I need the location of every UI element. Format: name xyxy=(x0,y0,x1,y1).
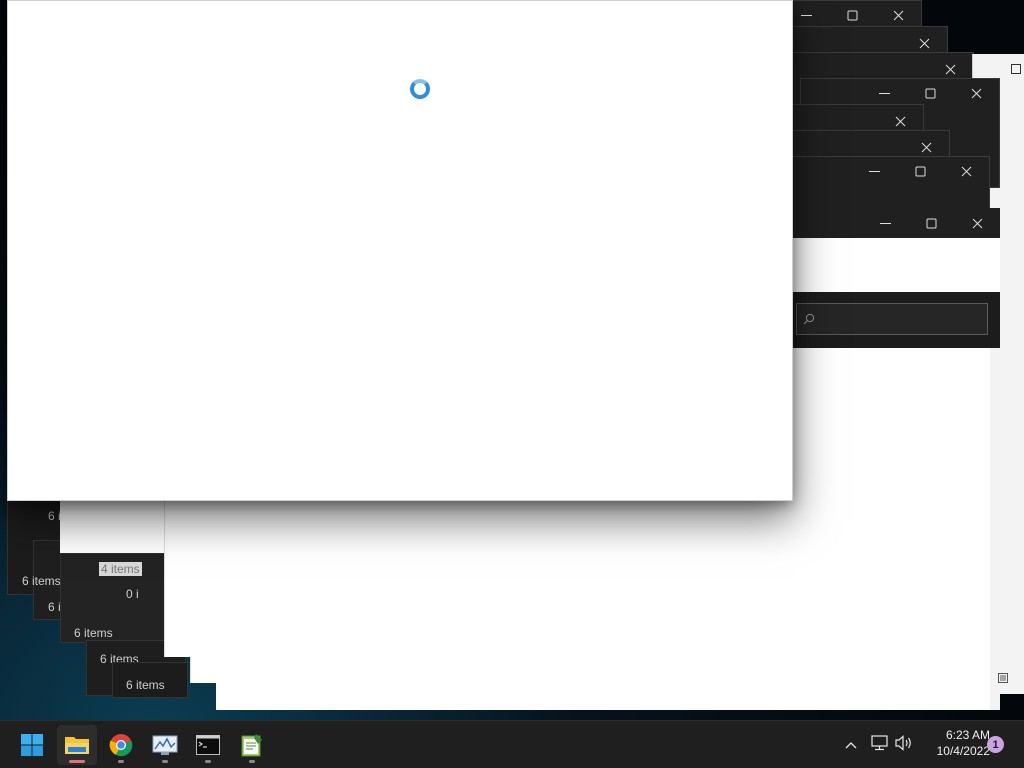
maximize-button[interactable] xyxy=(897,157,943,185)
caption-buttons xyxy=(783,1,921,29)
front-window-loading[interactable] xyxy=(7,0,793,501)
minimize-button[interactable] xyxy=(851,157,897,185)
network-icon xyxy=(871,735,888,751)
status-item-count: 6 items xyxy=(126,678,165,692)
maximize-button[interactable] xyxy=(829,1,875,29)
clock-date: 10/4/2022 xyxy=(936,744,990,758)
close-button[interactable] xyxy=(943,157,989,185)
scrollbar[interactable] xyxy=(990,348,1000,710)
minimize-icon xyxy=(879,222,891,224)
minimize-icon xyxy=(868,170,880,172)
volume-icon xyxy=(895,735,911,751)
taskbar-app-notepad[interactable] xyxy=(232,725,272,765)
close-button[interactable] xyxy=(953,79,999,107)
notepad-icon xyxy=(241,734,262,757)
taskbar-app-command-prompt[interactable] xyxy=(188,725,228,765)
close-icon xyxy=(972,218,982,228)
close-icon xyxy=(893,10,903,20)
running-indicator xyxy=(162,760,168,763)
taskbar-app-performance-monitor[interactable] xyxy=(145,725,185,765)
start-button[interactable] xyxy=(12,725,52,765)
maximize-icon xyxy=(847,10,857,20)
close-icon xyxy=(921,142,931,152)
status-item-count: 4 items xyxy=(99,562,142,576)
windows-start-icon xyxy=(21,734,43,756)
search-input[interactable] xyxy=(796,303,988,335)
clock-time: 6:23 AM xyxy=(945,728,990,742)
running-indicator xyxy=(249,760,255,763)
loading-spinner-icon xyxy=(410,79,430,99)
stacked-white-panel-2[interactable] xyxy=(164,495,217,657)
command-prompt-icon xyxy=(196,735,220,755)
status-bar-window-right xyxy=(998,670,1010,690)
details-view-icon[interactable] xyxy=(998,673,1008,683)
close-button[interactable] xyxy=(954,209,1000,237)
caption-buttons xyxy=(862,209,1000,237)
close-icon xyxy=(971,88,981,98)
minimize-icon xyxy=(800,14,812,16)
taskbar-app-file-explorer[interactable] xyxy=(57,725,97,765)
stacked-white-panel-3[interactable] xyxy=(190,657,217,683)
stacked-white-panel-1[interactable] xyxy=(60,495,164,553)
file-explorer-icon xyxy=(65,737,89,754)
caption-buttons xyxy=(851,157,989,185)
close-icon xyxy=(919,38,929,48)
status-item-count: 6 items xyxy=(22,574,61,588)
chevron-up-icon xyxy=(845,742,857,749)
maximize-icon xyxy=(925,88,935,98)
taskbar-app-chrome[interactable] xyxy=(101,725,141,765)
volume-button[interactable] xyxy=(895,735,915,756)
minimize-button[interactable] xyxy=(861,79,907,107)
maximize-button[interactable] xyxy=(907,79,953,107)
minimize-icon xyxy=(878,92,890,94)
performance-monitor-icon xyxy=(152,735,178,755)
close-icon xyxy=(945,64,955,74)
maximize-icon xyxy=(926,218,936,228)
caption-buttons xyxy=(861,79,999,107)
taskbar xyxy=(0,720,1024,768)
maximize-button[interactable] xyxy=(908,209,954,237)
chrome-icon xyxy=(109,734,133,757)
minimize-button[interactable] xyxy=(862,209,908,237)
running-indicator xyxy=(69,760,85,763)
taskbar-clock[interactable]: 6:23 AM 10/4/2022 xyxy=(918,727,990,759)
close-button[interactable] xyxy=(875,1,921,29)
running-indicator xyxy=(118,760,124,763)
maximize-icon xyxy=(1011,64,1021,74)
search-icon xyxy=(803,313,815,325)
tray-overflow-button[interactable] xyxy=(844,737,858,755)
network-button[interactable] xyxy=(871,735,889,756)
status-item-count: 6 items xyxy=(74,626,113,640)
notification-badge[interactable]: 1 xyxy=(987,736,1004,753)
maximize-icon xyxy=(915,166,925,176)
stacked-window-7[interactable] xyxy=(790,156,990,216)
close-icon xyxy=(895,116,905,126)
status-item-count-zero: 0 i xyxy=(126,587,139,601)
running-indicator xyxy=(205,760,211,763)
close-icon xyxy=(961,166,971,176)
